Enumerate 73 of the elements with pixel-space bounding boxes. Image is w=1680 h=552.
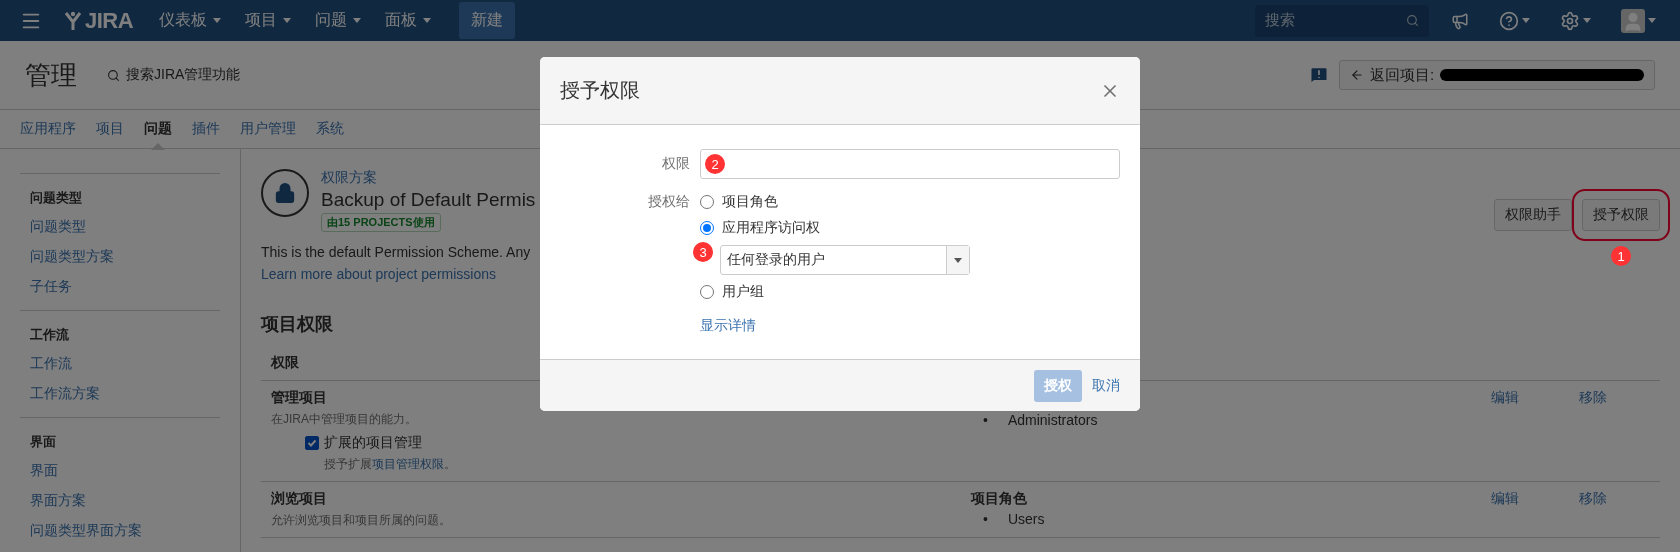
dialog-title: 授予权限 (560, 78, 640, 103)
section-heading: 项目权限 (261, 313, 333, 336)
caret-icon (954, 257, 962, 263)
scheme-description: This is the default Permission Scheme. Any (261, 244, 531, 260)
caret-icon (283, 18, 292, 23)
cancel-link[interactable]: 取消 (1092, 376, 1120, 395)
caret-icon (353, 18, 362, 23)
scheme-title: Backup of Default Permis (321, 189, 536, 211)
grant-type: 项目角色 (971, 490, 1028, 508)
checkbox[interactable] (305, 436, 319, 450)
admin-tab[interactable]: 问题 (144, 109, 172, 149)
radio-label: 应用程序访问权 (722, 219, 820, 237)
sidebar-item[interactable]: 工作流 (30, 349, 220, 379)
admin-search-link[interactable]: 搜索JIRA管理功能 (126, 66, 241, 84)
sub-permission-description: 授予扩展项目管理权限。 (324, 456, 457, 473)
admin-tab[interactable]: 项目 (96, 109, 124, 149)
permission-field[interactable]: 2 (700, 149, 1120, 179)
permission-description: 允许浏览项目和项目所属的问题。 (271, 512, 452, 529)
nav-menu[interactable]: 面板 (375, 2, 442, 39)
annotation-number: 3 (693, 242, 713, 262)
sidebar-item[interactable]: 问题类型方案 (30, 242, 220, 272)
admin-tab[interactable]: 系统 (316, 109, 344, 149)
nav-menu[interactable]: 问题 (305, 2, 372, 39)
search-icon (107, 68, 120, 82)
feedback-icon[interactable] (1309, 65, 1329, 85)
bullet: • (983, 510, 988, 528)
edit-link[interactable]: 编辑 (1491, 490, 1519, 506)
admin-tab[interactable]: 应用程序 (20, 109, 76, 149)
admin-tab[interactable]: 用户管理 (240, 109, 296, 149)
caret-icon (423, 18, 432, 23)
learn-more-link[interactable]: Learn more about project permissions (261, 266, 496, 282)
permission-link[interactable]: 项目管理权限 (372, 457, 444, 471)
remove-link[interactable]: 移除 (1579, 490, 1607, 506)
scheme-kicker-link[interactable]: 权限方案 (321, 169, 536, 187)
permission-description: 在JIRA中管理项目的能力。 (271, 411, 418, 428)
show-details-link[interactable]: 显示详情 (700, 317, 756, 333)
annotation-number: 2 (705, 154, 725, 174)
sidebar-item[interactable]: 界面 (30, 456, 220, 486)
nav-menu[interactable]: 项目 (235, 2, 302, 39)
create-button[interactable]: 新建 (459, 2, 516, 39)
page-title: 管理 (25, 58, 77, 92)
bullet: • (983, 411, 988, 429)
usage-badge: 由15 PROJECTS使用 (321, 213, 441, 232)
column-header: 权限 (271, 354, 300, 372)
field-label: 权限 (661, 154, 690, 173)
app-logo[interactable]: JIRA (64, 7, 134, 34)
search-field[interactable]: 搜索 (1255, 4, 1429, 37)
grantee: Administrators (1007, 411, 1098, 429)
sidebar-item[interactable]: 工作流方案 (30, 379, 220, 409)
sidebar-item[interactable]: 子任务 (30, 272, 220, 302)
sidebar-heading: 工作流 (30, 326, 70, 344)
caret-icon (213, 18, 222, 23)
sidebar-item[interactable]: 问题类型 (30, 212, 220, 242)
sidebar-item[interactable]: 问题类型界面方案 (30, 516, 220, 546)
checkbox-label: 扩展的项目管理 (324, 434, 422, 452)
radio-label: 用户组 (722, 283, 764, 301)
grantee: Users (1007, 510, 1045, 528)
edit-link[interactable]: 编辑 (1491, 389, 1519, 405)
field-label: 授权给 (647, 193, 690, 211)
back-to-project-button[interactable]: 返回项目: (1339, 60, 1655, 90)
search-icon (1406, 14, 1419, 27)
sidebar-heading: 界面 (30, 433, 57, 451)
permission-title: 浏览项目 (271, 490, 328, 508)
radio-label: 项目角色 (722, 193, 778, 211)
sidebar-heading: 问题类型 (30, 189, 83, 207)
admin-tab[interactable]: 插件 (192, 109, 220, 149)
sidebar-item[interactable]: 界面方案 (30, 486, 220, 516)
nav-menu[interactable]: 仪表板 (149, 2, 232, 39)
annotation-number: 1 (1611, 246, 1631, 266)
remove-link[interactable]: 移除 (1579, 389, 1607, 405)
lock-icon (261, 169, 309, 217)
action-button[interactable]: 权限助手 (1494, 199, 1572, 231)
permission-title: 管理项目 (271, 389, 328, 407)
